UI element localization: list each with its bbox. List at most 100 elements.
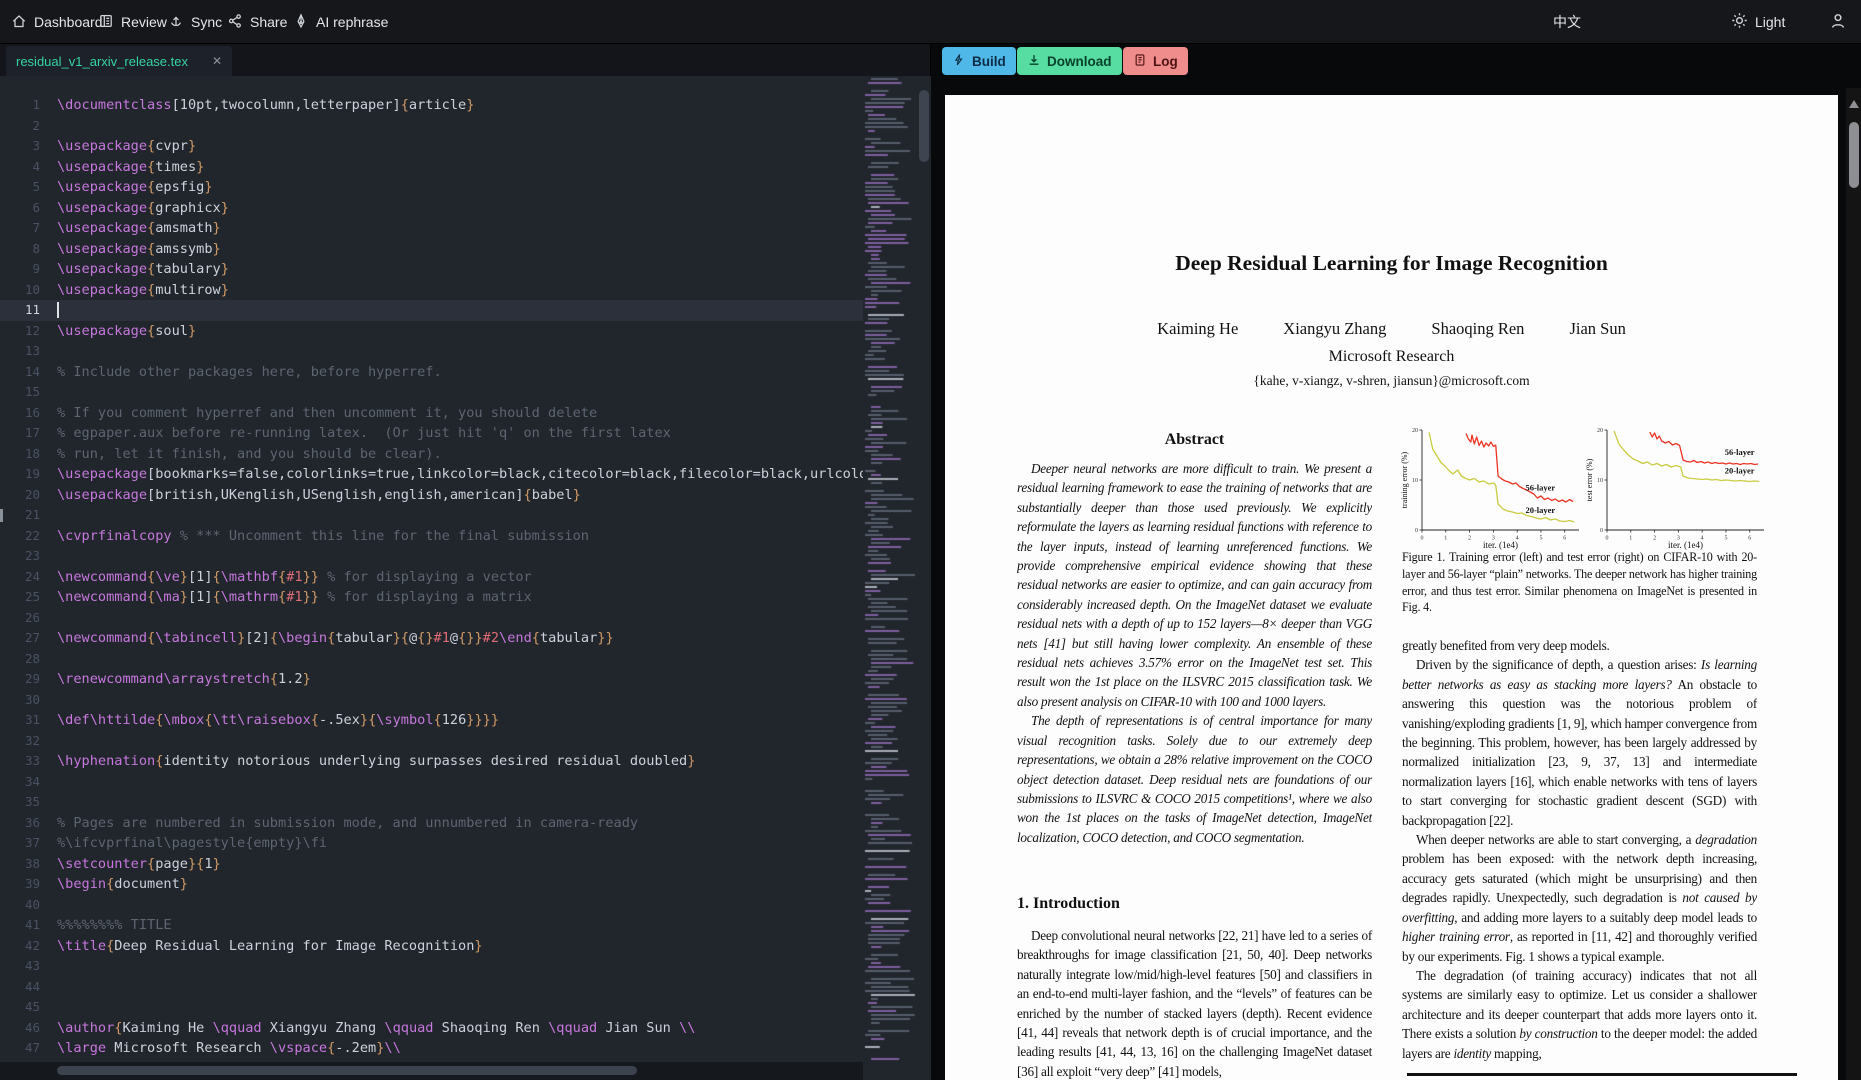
pdf-scroll-thumb[interactable] <box>1849 122 1859 188</box>
code-line-10: 10\usepackage{multirow} <box>0 280 863 301</box>
abstract-text: Deeper neural networks are more difficul… <box>1017 459 1372 847</box>
pen-icon <box>293 13 309 32</box>
svg-text:0: 0 <box>1421 536 1424 542</box>
svg-text:0: 0 <box>1415 528 1418 534</box>
download-button[interactable]: Download <box>1017 47 1122 75</box>
code-line-37: 37%\ifcvprfinal\pagestyle{empty}\fi <box>0 833 863 854</box>
code-line-21: 21 <box>0 505 863 526</box>
svg-text:2: 2 <box>1653 536 1656 542</box>
home-icon <box>11 13 27 32</box>
nav-item-ai-rephrase[interactable]: AI rephrase <box>293 0 388 44</box>
author-name: Jian Sun <box>1569 319 1625 339</box>
code-line-39: 39\begin{document} <box>0 874 863 895</box>
app-window: Dashboard Review Sync Share AI rephrase 中文 L… <box>0 0 1861 1080</box>
editor-vscroll-thumb[interactable] <box>919 90 929 162</box>
code-line-27: 27\newcommand{\tabincell}[2]{\begin{tabu… <box>0 628 863 649</box>
pdf-toolbar: Build Download Log <box>931 44 1861 88</box>
code-line-1: 1\documentclass[10pt,twocolumn,letterpap… <box>0 95 863 116</box>
nav-item-label: Sync <box>191 14 222 30</box>
tab-filename: residual_v1_arxiv_release.tex <box>16 54 188 69</box>
svg-text:20: 20 <box>1412 428 1418 434</box>
gutter-change-marker <box>0 509 3 522</box>
svg-text:training error (%): training error (%) <box>1400 451 1409 508</box>
svg-text:test error (%): test error (%) <box>1585 458 1594 501</box>
abstract-paragraph: The depth of representations is of centr… <box>1017 711 1372 847</box>
code-line-9: 9\usepackage{tabulary} <box>0 259 863 280</box>
log-button[interactable]: Log <box>1123 47 1188 75</box>
code-line-5: 5\usepackage{epsfig} <box>0 177 863 198</box>
error-curve-chart: 01234560102056-layer20-layertraining err… <box>1400 425 1585 551</box>
editor-tab-active[interactable]: residual_v1_arxiv_release.tex ✕ <box>6 46 232 76</box>
code-line-44: 44 <box>0 977 863 998</box>
pdf-scrollbar[interactable] <box>1846 88 1861 1080</box>
code-line-42: 42\title{Deep Residual Learning for Imag… <box>0 936 863 957</box>
code-line-29: 29\renewcommand\arraystretch{1.2} <box>0 669 863 690</box>
pdf-preview-pane: Build Download Log <box>931 44 1861 1080</box>
text-cursor <box>57 302 59 318</box>
nav-item-share[interactable]: Share <box>227 0 287 44</box>
svg-text:10: 10 <box>1597 478 1603 484</box>
code-line-22: 22\cvprfinalcopy % *** Uncomment this li… <box>0 526 863 547</box>
code-line-13: 13 <box>0 341 863 362</box>
code-line-14: 14% Include other packages here, before … <box>0 362 863 383</box>
error-curve-chart: 01234560102056-layer20-layertest error (… <box>1585 425 1770 551</box>
theme-label: Light <box>1755 14 1785 30</box>
code-line-8: 8\usepackage{amssymb} <box>0 239 863 260</box>
svg-text:20: 20 <box>1597 428 1603 434</box>
figure1-charts: 01234560102056-layer20-layertraining err… <box>1400 425 1770 551</box>
code-line-16: 16% If you comment hyperref and then unc… <box>0 403 863 424</box>
code-line-41: 41%%%%%%%% TITLE <box>0 915 863 936</box>
nav-item-sync[interactable]: Sync <box>168 0 222 44</box>
nav-item-label: Dashboard <box>34 14 103 30</box>
code-line-17: 17% egpaper.aux before re-running latex.… <box>0 423 863 444</box>
paper-affiliation: Microsoft Research <box>945 348 1838 366</box>
code-line-32: 32 <box>0 731 863 752</box>
code-line-23: 23 <box>0 546 863 567</box>
body-paragraph: Driven by the significance of depth, a q… <box>1402 655 1757 830</box>
body-paragraph: greatly benefited from very deep models. <box>1402 636 1757 655</box>
editor-tabbar: residual_v1_arxiv_release.tex ✕ <box>0 44 930 76</box>
code-line-43: 43 <box>0 956 863 977</box>
paper-authors: Kaiming HeXiangyu ZhangShaoqing RenJian … <box>945 319 1838 339</box>
code-line-35: 35 <box>0 792 863 813</box>
svg-text:0: 0 <box>1600 528 1603 534</box>
code-line-3: 3\usepackage{cvpr} <box>0 136 863 157</box>
code-editor[interactable]: 1\documentclass[10pt,twocolumn,letterpap… <box>0 76 931 1080</box>
figure1-caption: Figure 1. Training error (left) and test… <box>1402 549 1757 616</box>
svg-text:20-layer: 20-layer <box>1725 466 1755 476</box>
code-line-19: 19\usepackage[bookmarks=false,colorlinks… <box>0 464 863 485</box>
account-button[interactable] <box>1829 0 1847 44</box>
body-paragraph: Deep convolutional neural networks [22, … <box>1017 926 1372 1080</box>
nav-item-label: Share <box>250 14 287 30</box>
minimap[interactable] <box>863 76 916 1066</box>
code-line-28: 28 <box>0 649 863 670</box>
right-column-text: greatly benefited from very deep models.… <box>1402 636 1757 1063</box>
intro-text: Deep convolutional neural networks [22, … <box>1017 926 1372 1080</box>
code-line-12: 12\usepackage{soul} <box>0 321 863 342</box>
build-button[interactable]: Build <box>942 47 1016 75</box>
log-icon <box>1133 53 1147 70</box>
editor-horizontal-scrollbar[interactable] <box>0 1062 863 1080</box>
code-lines: 1\documentclass[10pt,twocolumn,letterpap… <box>0 95 863 1079</box>
code-line-45: 45 <box>0 997 863 1018</box>
editor-vertical-scrollbar[interactable] <box>917 76 931 1066</box>
code-line-4: 4\usepackage{times} <box>0 157 863 178</box>
language-toggle[interactable]: 中文 <box>1553 0 1581 44</box>
body-paragraph: The degradation (of training accuracy) i… <box>1402 966 1757 1063</box>
code-line-2: 2 <box>0 116 863 137</box>
theme-toggle[interactable]: Light <box>1731 0 1785 44</box>
nav-item-review[interactable]: Review <box>98 0 167 44</box>
editor-hscroll-thumb[interactable] <box>57 1066 637 1075</box>
svg-text:1: 1 <box>1444 536 1447 542</box>
lightning-icon <box>952 53 966 70</box>
tab-close-icon[interactable]: ✕ <box>204 54 222 68</box>
download-icon <box>1027 53 1041 70</box>
code-line-31: 31\def\httilde{\mbox{\tt\raisebox{-.5ex}… <box>0 710 863 731</box>
nav-item-dashboard[interactable]: Dashboard <box>11 0 103 44</box>
nav-item-label: Review <box>121 14 167 30</box>
scroll-up-arrow[interactable] <box>1849 100 1859 108</box>
svg-text:1: 1 <box>1629 536 1632 542</box>
code-line-47: 47\large Microsoft Research \vspace{-.2e… <box>0 1038 863 1059</box>
pdf-viewport[interactable]: Deep Residual Learning for Image Recogni… <box>931 88 1861 1080</box>
pdf-page: Deep Residual Learning for Image Recogni… <box>945 95 1838 1080</box>
